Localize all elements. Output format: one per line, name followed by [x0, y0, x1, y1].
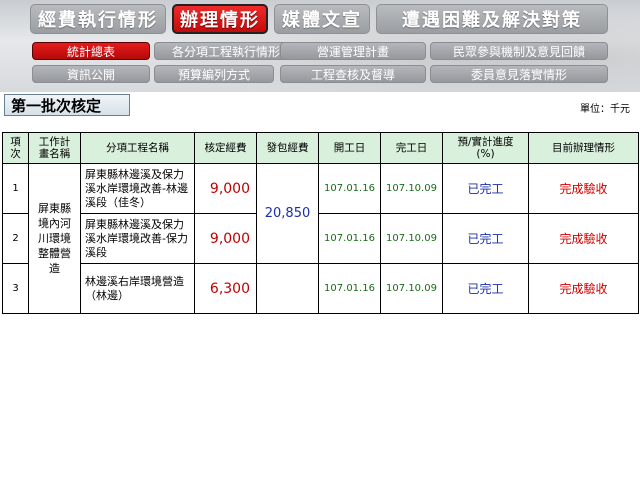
- subtab-budget-method[interactable]: 預算編列方式: [154, 65, 274, 83]
- tab-media-promotion[interactable]: 媒體文宣: [274, 4, 370, 34]
- contract-funds-empty-cell: [256, 263, 319, 314]
- header-start-date: 開工日: [318, 132, 381, 164]
- header-status: 目前辦理情形: [528, 132, 639, 164]
- subtab-committee-opinions[interactable]: 委員意見落實情形: [430, 65, 608, 83]
- header-approved-funds: 核定經費: [194, 132, 257, 164]
- project-name-cell: 屏東縣林邊溪及保力溪水岸環境改善-保力溪段: [80, 213, 195, 264]
- row-index: 2: [2, 213, 29, 264]
- approved-funds-cell: 9,000: [194, 213, 257, 264]
- approved-funds-cell: 6,300: [194, 263, 257, 314]
- tab-difficulties-solutions[interactable]: 遭遇困難及解決對策: [376, 4, 608, 34]
- status-cell: 完成驗收: [528, 163, 639, 214]
- subtab-operation-plan[interactable]: 營運管理計畫: [280, 42, 426, 60]
- tab-budget-execution[interactable]: 經費執行情形: [30, 4, 166, 34]
- header-progress: 預/實計進度 (%): [442, 132, 529, 164]
- subtab-inspection-supervision[interactable]: 工程查核及督導: [280, 65, 426, 83]
- unit-label: 單位：千元: [580, 104, 630, 115]
- progress-cell: 已完工: [442, 213, 529, 264]
- subtab-project-execution[interactable]: 各分項工程執行情形: [154, 42, 298, 60]
- start-date-cell: 107.01.16: [318, 263, 381, 314]
- progress-cell: 已完工: [442, 263, 529, 314]
- end-date-cell: 107.10.09: [380, 213, 443, 264]
- statistics-table: 項 次 工作計 畫名稱 分項工程名稱 核定經費 發包經費 開工日 完工日 預/實…: [2, 132, 639, 314]
- header-index: 項 次: [2, 132, 29, 164]
- status-cell: 完成驗收: [528, 213, 639, 264]
- tab-progress-status[interactable]: 辦理情形: [172, 4, 268, 34]
- header-project-name: 分項工程名稱: [80, 132, 195, 164]
- section-title: 第一批次核定: [4, 94, 130, 116]
- approved-funds-cell: 9,000: [194, 163, 257, 214]
- end-date-cell: 107.10.09: [380, 263, 443, 314]
- header-end-date: 完工日: [380, 132, 443, 164]
- project-name-cell: 屏東縣林邊溪及保力溪水岸環境改善-林邊溪段（佳冬）: [80, 163, 195, 214]
- table-row: 3 林邊溪右岸環境營造（林邊） 6,300 107.01.16 107.10.0…: [2, 263, 639, 314]
- progress-cell: 已完工: [442, 163, 529, 214]
- plan-name-cell: 屏東縣 境內河 川環境 整體營 造: [28, 163, 81, 314]
- table-row: 1 屏東縣 境內河 川環境 整體營 造 屏東縣林邊溪及保力溪水岸環境改善-林邊溪…: [2, 163, 639, 314]
- subtab-statistics-summary[interactable]: 統計總表: [32, 42, 150, 60]
- status-cell: 完成驗收: [528, 263, 639, 314]
- project-name-cell: 林邊溪右岸環境營造（林邊）: [80, 263, 195, 314]
- table-row: 2 屏東縣林邊溪及保力溪水岸環境改善-保力溪段 9,000 107.01.16 …: [2, 213, 639, 264]
- subtab-information-disclosure[interactable]: 資訊公開: [32, 65, 150, 83]
- start-date-cell: 107.01.16: [318, 213, 381, 264]
- header-plan-name: 工作計 畫名稱: [28, 132, 81, 164]
- row-index: 3: [2, 263, 29, 314]
- row-index: 1: [2, 163, 29, 214]
- end-date-cell: 107.10.09: [380, 163, 443, 214]
- subtab-public-participation[interactable]: 民眾參與機制及意見回饋: [430, 42, 608, 60]
- start-date-cell: 107.01.16: [318, 163, 381, 214]
- header-contract-funds: 發包經費: [256, 132, 319, 164]
- table-header-row: 項 次 工作計 畫名稱 分項工程名稱 核定經費 發包經費 開工日 完工日 預/實…: [2, 132, 639, 164]
- contract-funds-cell: 20,850: [256, 163, 319, 264]
